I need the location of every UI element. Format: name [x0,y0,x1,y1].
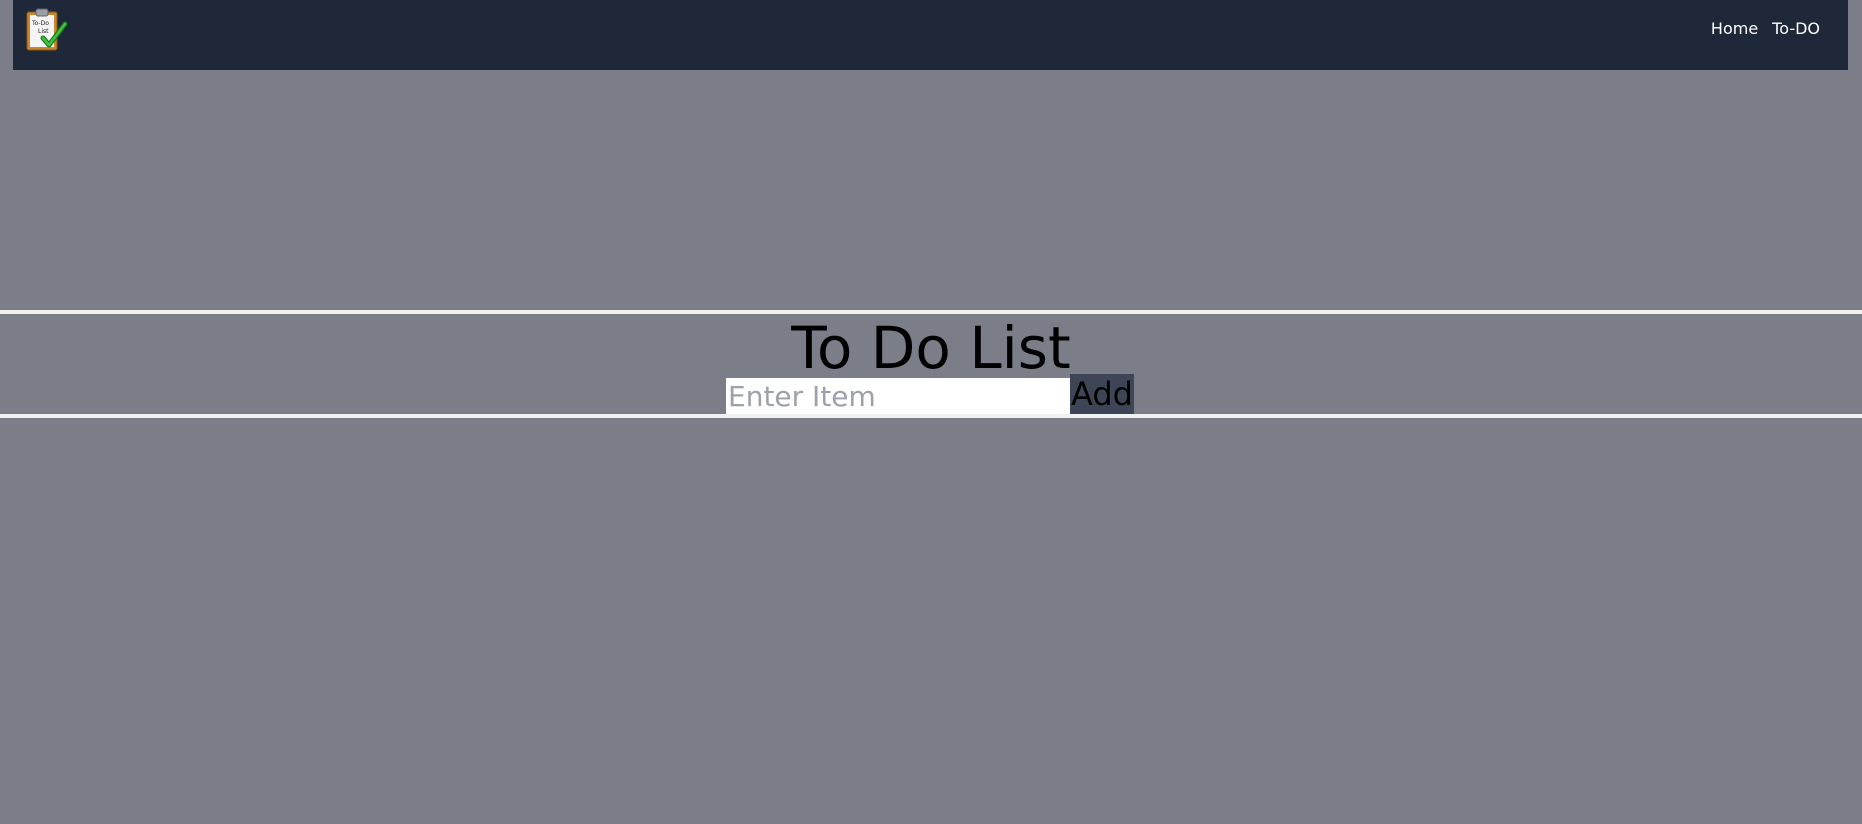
nav-link-home[interactable]: Home [1711,19,1758,38]
clipboard-icon: To-Do List [26,8,68,51]
add-button[interactable]: Add [1070,374,1134,414]
navbar: To-Do List Home To-DO [13,0,1848,70]
nav-link-to-do[interactable]: To-DO [1772,19,1820,38]
nav-links: Home To-DO [1711,19,1820,38]
page-title: To Do List [791,314,1071,382]
clipboard-checklist-logo-icon[interactable]: To-Do List [25,8,71,52]
item-input[interactable] [726,378,1070,414]
svg-text:List: List [38,28,49,35]
add-item-form: Add [726,374,1134,414]
svg-text:To-Do: To-Do [31,20,49,27]
bottom-divider [0,414,1862,418]
